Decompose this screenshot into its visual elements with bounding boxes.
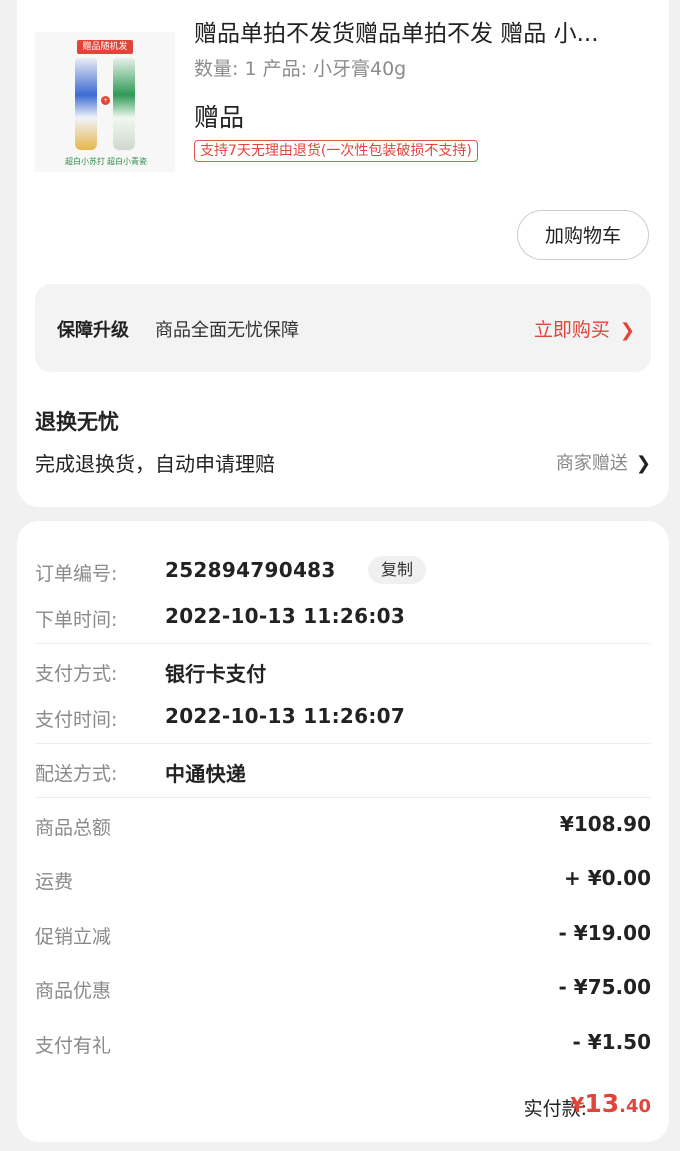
promo-amount: - ¥19.00 [558,921,651,945]
delivery-method: 中通快递 [165,762,247,786]
paid-amount: ¥13.40 [570,1089,651,1118]
divider [35,643,651,644]
worry-free-title: 退换无忧 [35,410,119,434]
tube-label-left: 超白小苏打 [65,157,105,166]
guarantee-upgrade-banner[interactable]: 保障升级 商品全面无忧保障 立即购买 ❯ [35,284,651,372]
add-to-cart-button[interactable]: 加购物车 [517,210,649,260]
pay-gift-label: 支付有礼 [35,1035,112,1057]
discount-amount: - ¥75.00 [558,975,651,999]
shipping-label: 运费 [35,871,74,893]
order-info-card: 订单编号: 252894790483 复制 下单时间: 2022-10-13 1… [17,521,669,1142]
merchant-gift-link[interactable]: 商家赠送 ❯ [556,449,651,475]
divider [35,743,651,744]
shipping-amount: + ¥0.00 [564,866,651,890]
guarantee-desc: 商品全面无忧保障 [155,320,299,341]
divider [35,797,651,798]
copy-button[interactable]: 复制 [368,556,426,584]
buy-now-link[interactable]: 立即购买 ❯ [534,315,635,342]
product-title[interactable]: 赠品单拍不发货赠品单拍不发 赠品 小... [194,14,639,48]
delivery-label: 配送方式: [35,763,118,785]
pay-method: 银行卡支付 [165,662,267,686]
pay-time: 2022-10-13 11:26:07 [165,704,406,728]
merchant-gift-label: 商家赠送 [555,453,628,474]
guarantee-title: 保障升级 [57,320,129,341]
order-time: 2022-10-13 11:26:03 [165,604,406,628]
order-time-label: 下单时间: [35,609,118,631]
pay-gift-amount: - ¥1.50 [572,1030,651,1054]
gift-label: 赠品 [194,103,245,132]
promo-label: 促销立减 [35,926,112,948]
chevron-right-icon: ❯ [635,453,651,474]
toothpaste-tube-blue [75,58,97,150]
paid-decimal: .40 [619,1096,651,1117]
worry-free-desc: 完成退换货，自动申请理赔 [35,452,275,476]
total-label: 商品总额 [35,817,112,839]
total-amount: ¥108.90 [559,812,651,836]
pay-method-label: 支付方式: [35,663,118,685]
chevron-right-icon: ❯ [619,320,635,341]
product-card: 赠品随机发 + 超白小苏打 超白小青瓷 赠品单拍不发货赠品单拍不发 赠品 小..… [17,0,669,507]
buy-now-label: 立即购买 [533,319,610,341]
gift-random-sticker: 赠品随机发 [77,40,133,54]
paid-integer: 13 [584,1089,620,1118]
return-policy-badge: 支持7天无理由退货(一次性包装破损不支持) [194,140,478,162]
plus-icon: + [101,96,110,105]
pay-time-label: 支付时间: [35,709,118,731]
tube-label-right: 超白小青瓷 [107,157,147,166]
order-number: 252894790483 [165,558,336,582]
order-number-label: 订单编号: [35,563,118,585]
product-meta: 数量: 1 产品: 小牙膏40g [194,58,407,80]
product-image[interactable]: 赠品随机发 + 超白小苏打 超白小青瓷 [35,32,175,172]
discount-label: 商品优惠 [35,980,112,1002]
toothpaste-tube-green [113,58,135,150]
paid-currency: ¥ [570,1093,585,1117]
